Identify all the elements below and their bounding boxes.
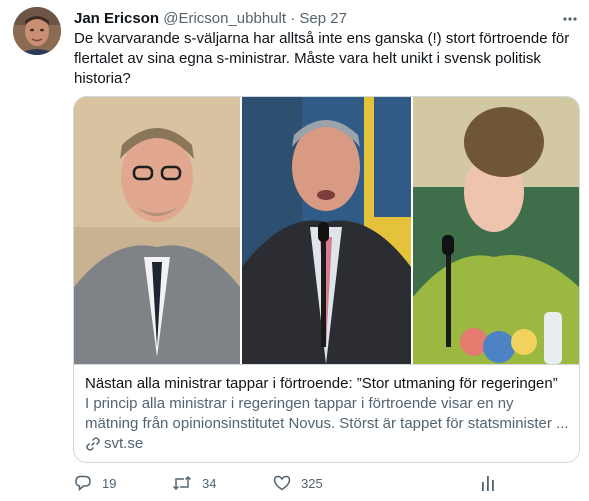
card-domain-text: svt.se: [104, 435, 144, 452]
card-description: I princip alla ministrar i regeringen ta…: [85, 394, 575, 434]
retweet-button[interactable]: 34: [172, 474, 216, 492]
tweet-header: Jan Ericson @Ericson_ubbhult · Sep 27: [74, 9, 579, 29]
author-name[interactable]: Jan Ericson: [74, 10, 159, 27]
retweet-icon: [172, 475, 192, 491]
card-description-line: I princip alla ministrar i regeringen ta…: [85, 395, 514, 412]
card-description-line: mätning från opinionsinstitutet Novus. S…: [85, 415, 569, 432]
link-card[interactable]: Nästan alla ministrar tappar i förtroend…: [73, 96, 580, 463]
reply-count: 19: [102, 475, 117, 491]
like-button[interactable]: 325: [273, 474, 323, 492]
author-handle[interactable]: @Ericson_ubbhult: [163, 10, 286, 27]
retweet-count: 34: [202, 475, 217, 491]
reply-icon: [75, 475, 91, 492]
avatar[interactable]: [13, 7, 61, 55]
analytics-icon: [482, 476, 494, 491]
card-body: Nästan alla ministrar tappar i förtroend…: [74, 364, 579, 462]
tweet-actions: 19 34 325: [72, 474, 512, 496]
separator: ·: [290, 10, 296, 27]
reply-button[interactable]: 19: [74, 474, 116, 492]
analytics-button[interactable]: [480, 474, 506, 492]
card-domain[interactable]: svt.se: [85, 434, 143, 454]
like-icon: [273, 475, 291, 491]
tweet-date[interactable]: Sep 27: [299, 10, 347, 27]
link-icon: [86, 437, 100, 451]
tweet-text: De kvarvarande s-väljarna har alltså int…: [74, 30, 570, 87]
card-title[interactable]: Nästan alla ministrar tappar i förtroend…: [85, 374, 575, 394]
card-image: [74, 97, 579, 364]
like-count: 325: [301, 475, 323, 491]
